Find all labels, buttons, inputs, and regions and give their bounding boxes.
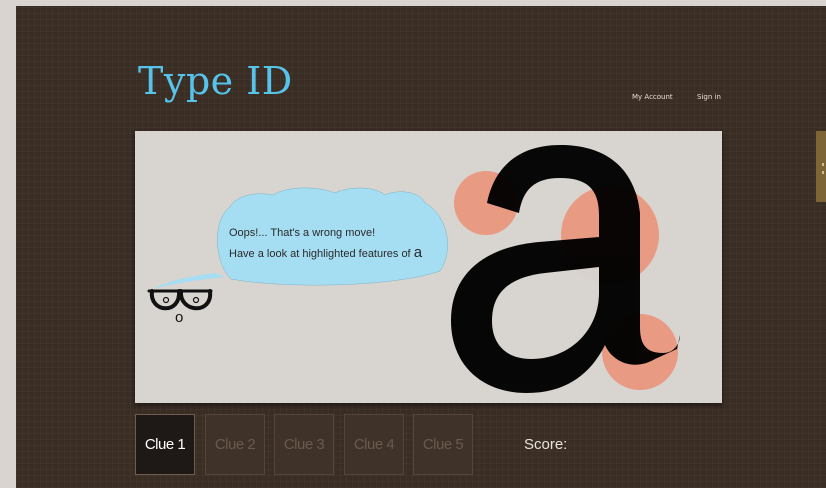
clue-3-button[interactable]: Clue 3: [274, 414, 334, 475]
score-label: Score:: [524, 436, 568, 453]
message-line-1: Oops!... That's a wrong move!: [229, 227, 376, 239]
game-illustration: [147, 145, 680, 393]
featured-letter: a: [413, 244, 423, 261]
mascot-nose: o: [175, 309, 184, 326]
clue-4-button[interactable]: Clue 4: [344, 414, 404, 475]
glasses-mascot: [147, 289, 213, 311]
my-account-link[interactable]: My Account: [632, 93, 673, 101]
type-id-logo[interactable]: Type ID: [138, 62, 293, 100]
clue-2-button[interactable]: Clue 2: [205, 414, 265, 475]
speech-bubble-text: Oops!... That's a wrong move! Have a loo…: [229, 223, 459, 264]
message-line-2: Have a look at highlighted features of a: [229, 244, 423, 261]
game-panel: o Oops!... That's a wrong move! Have a l…: [135, 131, 722, 403]
side-tab-mark: [822, 163, 824, 166]
sign-in-link[interactable]: Sign in: [697, 93, 721, 101]
clue-5-button[interactable]: Clue 5: [413, 414, 473, 475]
clue-1-button[interactable]: Clue 1: [135, 414, 195, 475]
side-tab[interactable]: [816, 131, 826, 202]
side-tab-mark: [822, 171, 824, 174]
